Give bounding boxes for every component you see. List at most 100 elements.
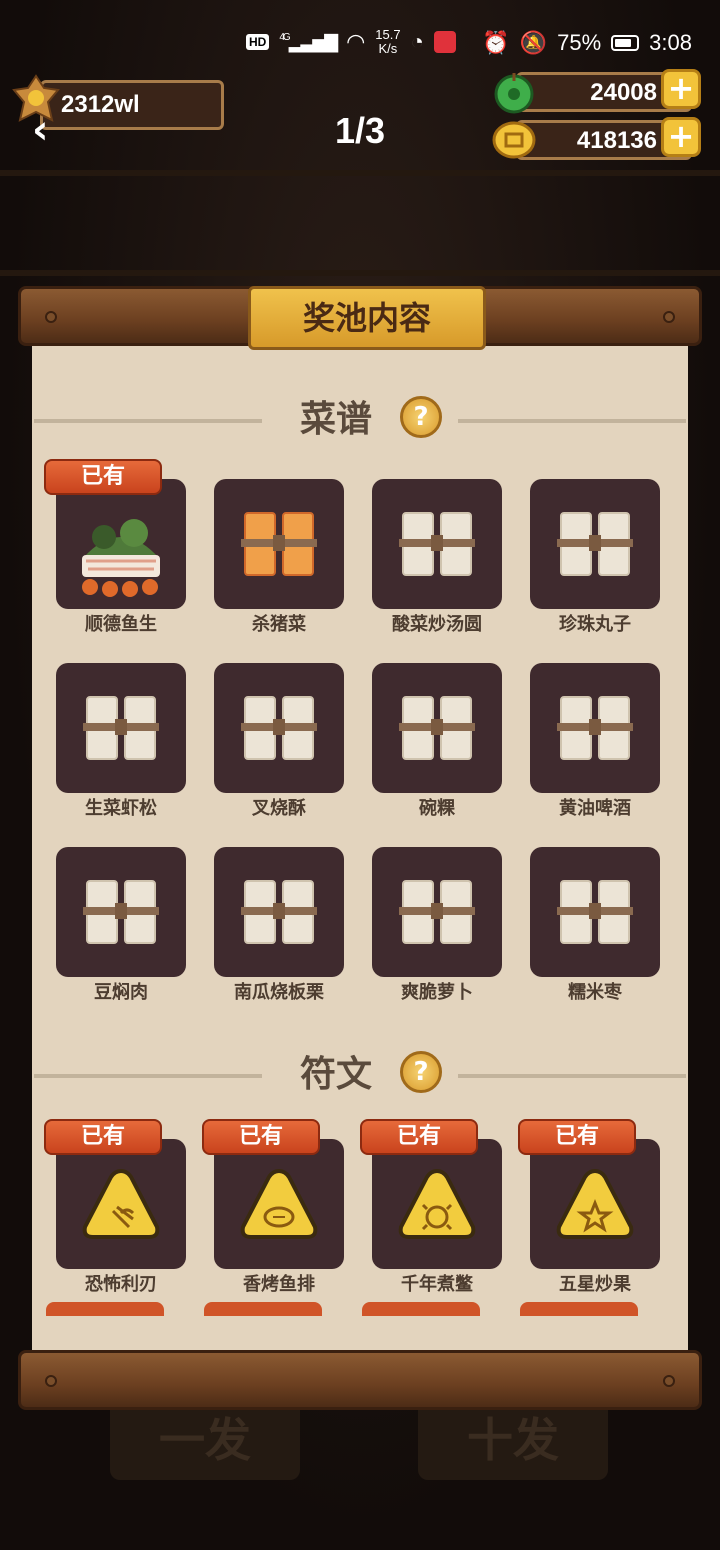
section-title: 符文 (300, 1054, 373, 1095)
recipe-item[interactable]: 糯米枣 (530, 847, 660, 1007)
alarm-icon: ⏰ (482, 30, 510, 55)
jade-amount: 24008 (590, 79, 657, 106)
item-label: 爽脆萝卜 (401, 982, 473, 1003)
item-tile[interactable] (372, 847, 502, 977)
network-type: 4G (279, 31, 290, 43)
hd-icon: HD (246, 34, 270, 50)
item-tile[interactable] (56, 663, 186, 793)
net-speed: 15.7 K/s (375, 28, 400, 56)
item-tile[interactable] (372, 479, 502, 609)
signal-icon: 4G▂▃▅▇ (279, 31, 338, 52)
prize-pool-panel: 菜谱 ? 已有 顺德鱼生 杀猪菜 酸菜炒汤圆 珍珠丸子 生菜虾松 叉烧酥 碗粿 黄油啤酒 豆焖肉南… (32, 345, 688, 1355)
panel-title: 奖池内容 (248, 286, 486, 350)
help-icon[interactable]: ? (400, 396, 442, 438)
item-label: 顺德鱼生 (85, 614, 157, 635)
item-tile[interactable] (214, 847, 344, 977)
recipe-item[interactable]: 南瓜烧板栗 (214, 847, 344, 1007)
section-header-runes: 符文 ? (32, 1045, 688, 1105)
rod-nail (663, 311, 675, 323)
rune-item[interactable]: 已有香烤鱼排 (202, 1119, 344, 1299)
item-label: 珍珠丸子 (559, 614, 631, 635)
status-bar: HD 4G▂▃▅▇ ◠ 15.7 K/s ◔ ⏰ 🔕 75% 3:08 (0, 0, 720, 80)
recipe-item[interactable]: 杀猪菜 (214, 479, 344, 639)
mute-icon: 🔕 (519, 30, 548, 55)
owned-badge-partial (520, 1302, 638, 1316)
jade-counter: 24008 + (494, 69, 701, 114)
divider-line (34, 419, 262, 423)
item-label: 叉烧酥 (252, 798, 306, 819)
ten-draw-button-dimmed: 十发 (418, 1400, 608, 1480)
item-tile[interactable] (530, 1139, 660, 1269)
item-tile[interactable] (214, 479, 344, 609)
net-speed-unit: K/s (378, 41, 398, 56)
rune-item[interactable]: 已有千年煮鳖 (360, 1119, 502, 1299)
item-label: 黄油啤酒 (559, 798, 631, 819)
owned-badge-partial (204, 1302, 322, 1316)
timer-icon: ◔ (410, 29, 424, 54)
item-label: 五星炒果 (559, 1274, 631, 1295)
recipe-item[interactable]: 珍珠丸子 (530, 479, 660, 639)
coin-counter: 418136 + (492, 117, 701, 160)
jade-icon (494, 73, 534, 114)
owned-badge: 已有 (44, 459, 162, 495)
item-tile[interactable] (214, 663, 344, 793)
help-icon[interactable]: ? (400, 1051, 442, 1093)
owned-badge: 已有 (518, 1119, 636, 1155)
recipe-item[interactable]: 豆焖肉 (56, 847, 186, 1007)
owned-badge: 已有 (44, 1119, 162, 1155)
item-label: 香烤鱼排 (243, 1274, 315, 1295)
item-label: 豆焖肉 (94, 982, 148, 1003)
divider-line (458, 419, 686, 423)
coin-amount: 418136 (576, 127, 657, 154)
recipe-item[interactable]: 叉烧酥 (214, 663, 344, 823)
add-coin-button[interactable]: + (661, 117, 701, 157)
coin-icon (492, 121, 536, 159)
recipe-item[interactable]: 生菜虾松 (56, 663, 186, 823)
divider-line (34, 1074, 262, 1078)
item-tile[interactable] (56, 1139, 186, 1269)
battery-icon (611, 35, 640, 51)
rod-nail (663, 1375, 675, 1387)
add-jade-button[interactable]: + (661, 69, 701, 109)
item-tile[interactable] (56, 479, 186, 609)
item-label: 千年煮鳖 (401, 1274, 473, 1295)
wifi-icon: ◠ (346, 29, 366, 54)
item-tile[interactable] (56, 847, 186, 977)
recipe-item[interactable]: 爽脆萝卜 (372, 847, 502, 1007)
item-label: 生菜虾松 (85, 798, 157, 819)
recipe-item[interactable]: 碗粿 (372, 663, 502, 823)
item-label: 碗粿 (419, 798, 455, 819)
item-label: 南瓜烧板栗 (234, 982, 324, 1003)
item-tile[interactable] (530, 479, 660, 609)
recipe-item[interactable]: 黄油啤酒 (530, 663, 660, 823)
item-tile[interactable] (372, 663, 502, 793)
rod-nail (45, 311, 57, 323)
item-label: 糯米枣 (568, 982, 622, 1003)
single-draw-button-dimmed: 一发 (110, 1400, 300, 1480)
battery-percent: 75% (557, 30, 602, 55)
net-speed-value: 15.7 (375, 27, 401, 42)
app-notification-icon (433, 31, 456, 53)
recipe-item[interactable]: 酸菜炒汤圆 (372, 479, 502, 639)
item-label: 酸菜炒汤圆 (392, 614, 482, 635)
owned-badge-partial (46, 1302, 164, 1316)
background-divider (0, 270, 720, 276)
item-label: 杀猪菜 (252, 614, 306, 635)
background-divider (0, 170, 720, 176)
item-tile[interactable] (214, 1139, 344, 1269)
rune-item[interactable]: 已有恐怖利刃 (44, 1119, 186, 1299)
clock: 3:08 (649, 30, 692, 55)
item-tile[interactable] (530, 847, 660, 977)
scroll-bottom-rod (18, 1350, 702, 1410)
recipe-item[interactable]: 已有顺德鱼生 (44, 459, 186, 639)
item-tile[interactable] (530, 663, 660, 793)
owned-badge: 已有 (202, 1119, 320, 1155)
divider-line (458, 1074, 686, 1078)
rod-nail (45, 1375, 57, 1387)
rune-item[interactable]: 已有五星炒果 (518, 1119, 660, 1299)
item-label: 恐怖利刃 (85, 1274, 157, 1295)
owned-badge-partial (362, 1302, 480, 1316)
section-header-recipes: 菜谱 ? (32, 390, 688, 450)
owned-badge: 已有 (360, 1119, 478, 1155)
item-tile[interactable] (372, 1139, 502, 1269)
